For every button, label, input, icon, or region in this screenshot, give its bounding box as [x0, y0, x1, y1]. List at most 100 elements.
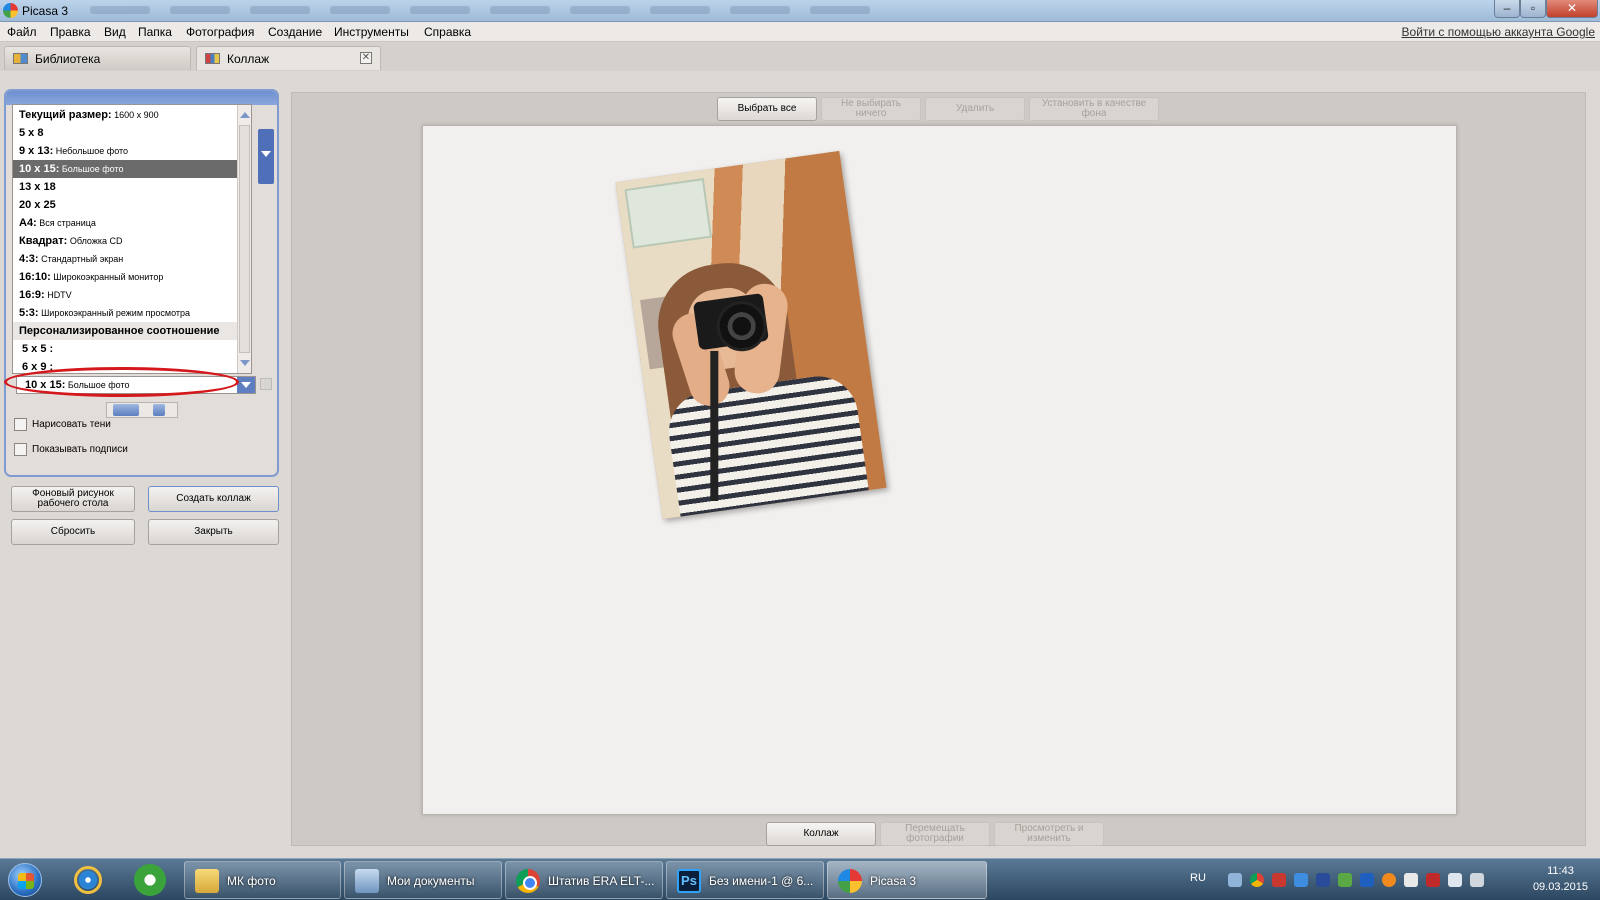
tab-collage[interactable]: Коллаж ✕ [196, 46, 381, 70]
ok-icon[interactable] [1382, 873, 1396, 887]
menu-help[interactable]: Справка [424, 25, 471, 39]
menu-folder[interactable]: Папка [138, 25, 172, 39]
delete-button[interactable]: Удалить [925, 97, 1025, 121]
collage-photo[interactable] [615, 150, 887, 520]
draw-shadows-option[interactable]: Нарисовать тени [14, 416, 111, 432]
tab-collage-label: Коллаж [227, 52, 270, 66]
shield-icon[interactable] [1338, 873, 1352, 887]
show-captions-checkbox[interactable] [14, 442, 27, 456]
page-size-list[interactable]: Текущий размер: 1600 x 900 5 x 8 9 x 13:… [12, 104, 252, 374]
scroll-thumb[interactable] [239, 125, 250, 353]
minimize-button[interactable]: – [1494, 0, 1520, 18]
select-none-button[interactable]: Не выбирать ничего [821, 97, 921, 121]
collage-mode-button[interactable]: Коллаж [766, 822, 876, 846]
folder-icon [195, 869, 219, 893]
clock-date: 09.03.2015 [1532, 881, 1588, 893]
start-button[interactable] [8, 863, 42, 897]
desktop-background-button[interactable]: Фоновый рисунок рабочего стола [11, 486, 135, 512]
list-item[interactable]: 13 x 18 [13, 178, 239, 196]
photoshop-icon: Ps [677, 869, 701, 893]
list-item[interactable]: 5 x 5 : [13, 340, 239, 358]
utorrent-icon[interactable] [134, 864, 166, 896]
flag-icon[interactable] [1404, 873, 1418, 887]
highlight-annotation [4, 367, 239, 397]
list-scrollbar[interactable] [237, 105, 251, 373]
tab-close-icon[interactable]: ✕ [360, 52, 372, 64]
taskbar-item-mk-foto[interactable]: МК фото [184, 861, 341, 899]
windows-taskbar: МК фото Мои документы Штатив ERA ELT-...… [0, 858, 1600, 900]
title-ghost-menu [90, 6, 870, 14]
landscape-icon[interactable] [113, 404, 139, 416]
menu-create[interactable]: Создание [268, 25, 322, 39]
list-item[interactable]: 16:9: HDTV [13, 286, 239, 304]
list-item-selected[interactable]: 10 x 15: Большое фото [13, 160, 239, 178]
create-collage-button[interactable]: Создать коллаж [148, 486, 279, 512]
ru-app-icon[interactable] [1316, 873, 1330, 887]
internet-explorer-icon[interactable] [74, 866, 102, 894]
picasa-icon [838, 869, 862, 893]
portrait-icon[interactable] [153, 404, 165, 416]
task-label: МК фото [227, 874, 276, 888]
canvas-top-toolbar: Выбрать все Не выбирать ничего Удалить У… [717, 97, 1159, 121]
tab-library[interactable]: Библиотека [4, 46, 191, 70]
list-item[interactable]: 5:3: Широкоэкранный режим просмотра [13, 304, 239, 322]
google-signin-link[interactable]: Войти с помощью аккаунта Google [1402, 25, 1595, 39]
list-group-header: Персонализированное соотношение [13, 322, 239, 340]
menu-tools[interactable]: Инструменты [334, 25, 409, 39]
app-tray-icon[interactable] [1272, 873, 1286, 887]
move-photos-button[interactable]: Перемещать фотографии [880, 822, 990, 846]
library-icon [13, 53, 28, 64]
chrome-icon [516, 869, 540, 893]
set-as-background-button[interactable]: Установить в качестве фона [1029, 97, 1159, 121]
cloud-icon[interactable] [1294, 873, 1308, 887]
taskbar-item-picasa[interactable]: Picasa 3 [827, 861, 987, 899]
select-all-button[interactable]: Выбрать все [717, 97, 817, 121]
menu-view[interactable]: Вид [104, 25, 126, 39]
maximize-button[interactable]: ▫ [1520, 0, 1546, 18]
panel-tab-strip[interactable] [6, 91, 277, 105]
language-indicator[interactable]: RU [1190, 872, 1206, 884]
scroll-up-icon[interactable] [240, 112, 250, 118]
panel-side-expander[interactable] [258, 129, 274, 184]
taskbar-clock[interactable]: 11:43 09.03.2015 [1533, 863, 1588, 895]
dropdown-arrow-icon[interactable] [237, 377, 255, 393]
custom-size-icon[interactable] [260, 378, 272, 390]
menu-photo[interactable]: Фотография [186, 25, 254, 39]
reset-button[interactable]: Сбросить [11, 519, 135, 545]
picasa-logo-icon [3, 3, 18, 18]
network-icon[interactable] [1228, 873, 1242, 887]
view-edit-button[interactable]: Просмотреть и изменить [994, 822, 1104, 846]
list-item[interactable]: A4: Вся страница [13, 214, 239, 232]
scroll-down-icon[interactable] [240, 360, 250, 366]
taskbar-item-photoshop[interactable]: Ps Без имени-1 @ 6... [666, 861, 824, 899]
list-item[interactable]: 9 x 13: Небольшое фото [13, 142, 239, 160]
close-window-button[interactable]: ✕ [1546, 0, 1598, 18]
bluetooth-icon[interactable] [1360, 873, 1374, 887]
close-button[interactable]: Закрыть [148, 519, 279, 545]
antivirus-icon[interactable] [1426, 873, 1440, 887]
taskbar-item-chrome[interactable]: Штатив ERA ELT-... [505, 861, 663, 899]
taskbar-item-documents[interactable]: Мои документы [344, 861, 502, 899]
menu-file[interactable]: Файл [7, 25, 37, 39]
draw-shadows-label: Нарисовать тени [32, 418, 111, 430]
documents-icon [355, 869, 379, 893]
volume-icon[interactable] [1448, 873, 1462, 887]
list-item[interactable]: 5 x 8 [13, 124, 239, 142]
list-item[interactable]: Текущий размер: 1600 x 900 [13, 106, 239, 124]
task-label: Picasa 3 [870, 874, 917, 888]
chrome-tray-icon[interactable] [1250, 873, 1264, 887]
show-captions-label: Показывать подписи [32, 443, 128, 455]
canvas-bottom-toolbar: Коллаж Перемещать фотографии Просмотреть… [766, 822, 1104, 846]
list-item[interactable]: 16:10: Широкоэкранный монитор [13, 268, 239, 286]
list-item[interactable]: 20 x 25 [13, 196, 239, 214]
menu-bar: Файл Правка Вид Папка Фотография Создани… [0, 22, 1600, 42]
power-icon[interactable] [1470, 873, 1484, 887]
list-item[interactable]: 4:3: Стандартный экран [13, 250, 239, 268]
task-label: Без имени-1 @ 6... [709, 874, 814, 888]
menu-edit[interactable]: Правка [50, 25, 91, 39]
list-item[interactable]: Квадрат: Обложка CD [13, 232, 239, 250]
draw-shadows-checkbox[interactable] [14, 417, 27, 431]
tab-bar: Библиотека Коллаж ✕ [0, 43, 1600, 71]
show-captions-option[interactable]: Показывать подписи [14, 441, 128, 457]
collage-page[interactable] [422, 125, 1457, 815]
